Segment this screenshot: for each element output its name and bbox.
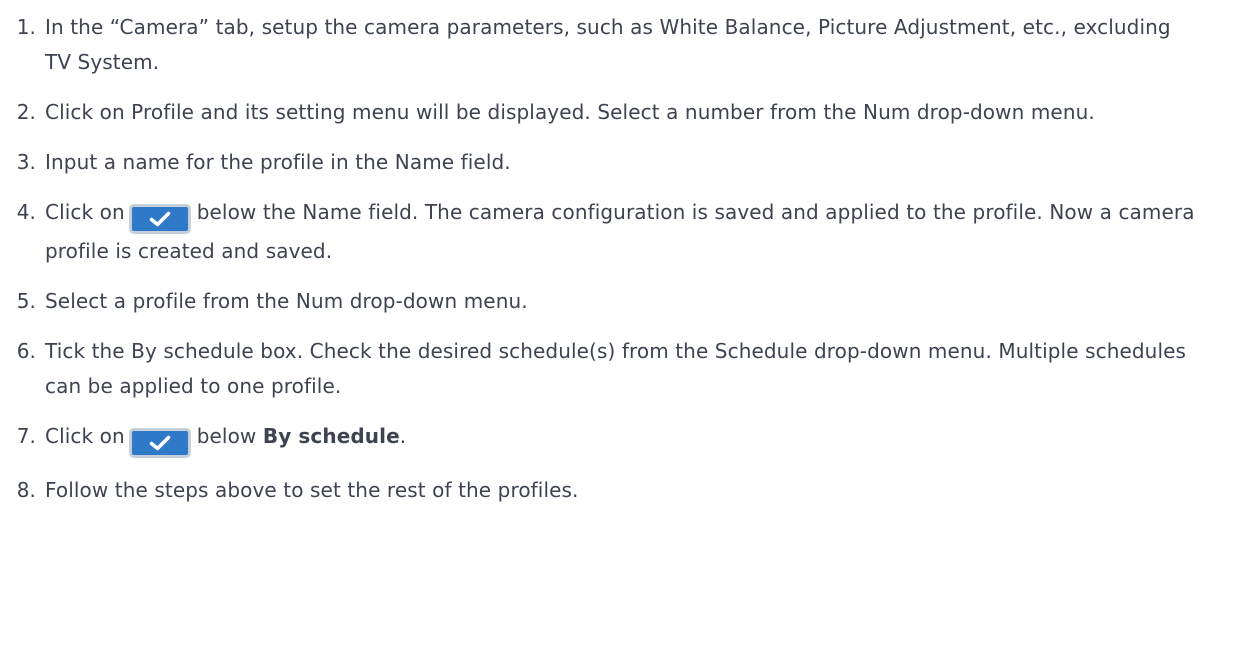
step-number: 7. (16, 424, 36, 448)
step-6: 6. Tick the By schedule box. Check the d… (0, 334, 1196, 404)
step-text-bold: By schedule (262, 424, 400, 448)
step-1: 1. In the “Camera” tab, setup the camera… (0, 10, 1196, 80)
step-text: Click on below the Name field. The camera… (45, 195, 1196, 269)
step-text-end: . (399, 424, 407, 448)
step-text-after: below the Name field. The camera configu… (45, 200, 1195, 263)
step-text: Click on Profile and its setting menu wi… (45, 100, 1095, 124)
step-4: 4. Click on below the Name field. The cam… (0, 195, 1196, 269)
check-icon (149, 211, 171, 227)
step-text: Follow the steps above to set the rest o… (45, 478, 579, 502)
step-number: 2. (16, 100, 36, 124)
step-text: In the “Camera” tab, setup the camera pa… (45, 15, 1171, 74)
step-number: 8. (16, 478, 36, 502)
step-text: Tick the By schedule box. Check the desi… (45, 339, 1187, 398)
step-number: 5. (16, 289, 36, 313)
step-number: 4. (16, 200, 36, 224)
step-5: 5. Select a profile from the Num drop-do… (0, 284, 1196, 319)
step-number: 1. (16, 15, 36, 39)
step-text-before: Click on (45, 200, 125, 224)
step-text-mid: below (196, 424, 257, 448)
step-8: 8. Follow the steps above to set the res… (0, 473, 1196, 508)
confirm-button-image (128, 428, 191, 458)
step-number: 3. (16, 150, 36, 174)
step-text-before: Click on (45, 424, 125, 448)
step-text: Click on below By schedule. (45, 419, 1196, 458)
instruction-list: 1. In the “Camera” tab, setup the camera… (0, 0, 1226, 508)
confirm-button-image (128, 204, 191, 234)
step-3: 3. Input a name for the profile in the N… (0, 145, 1196, 180)
check-icon (149, 435, 171, 451)
step-2: 2. Click on Profile and its setting menu… (0, 95, 1196, 130)
step-text: Input a name for the profile in the Name… (45, 150, 511, 174)
step-number: 6. (16, 339, 36, 363)
step-text: Select a profile from the Num drop-down … (45, 289, 528, 313)
step-7: 7. Click on below By schedule. (0, 419, 1196, 458)
